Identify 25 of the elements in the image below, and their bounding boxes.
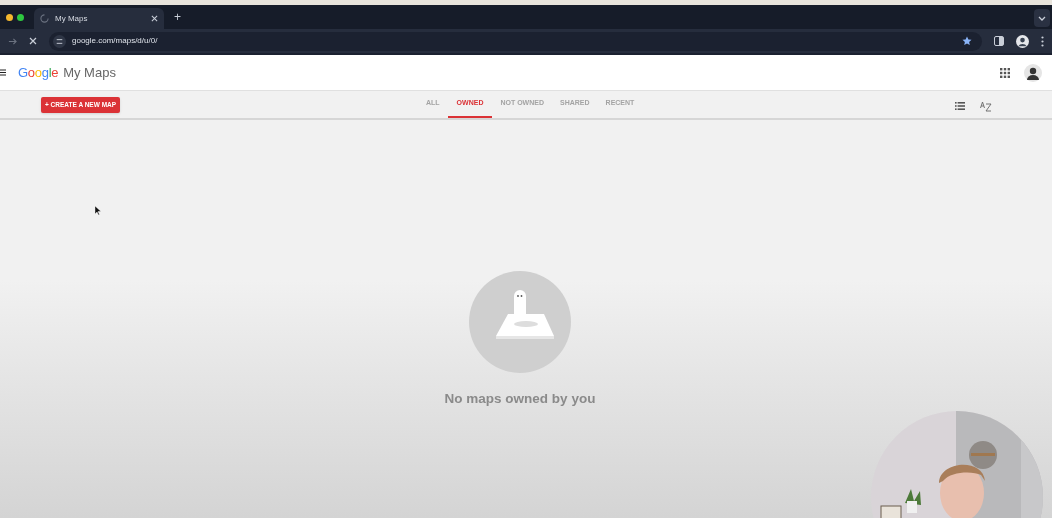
loading-icon <box>40 14 49 23</box>
bookmark-star-icon[interactable] <box>962 36 972 46</box>
stop-icon[interactable] <box>29 37 37 45</box>
forward-icon[interactable] <box>8 36 17 46</box>
close-icon[interactable] <box>151 15 158 22</box>
new-tab-button[interactable]: + <box>174 8 181 26</box>
address-bar[interactable]: google.com/maps/d/u/0/ <box>49 31 982 51</box>
tab-title: My Maps <box>55 12 89 25</box>
product-name: My Maps <box>63 63 116 82</box>
cursor-icon <box>95 206 101 215</box>
menu-icon[interactable] <box>0 69 6 76</box>
more-options-icon[interactable] <box>1041 35 1044 47</box>
site-settings-icon[interactable] <box>53 34 66 48</box>
window-minimize-icon[interactable] <box>6 13 13 21</box>
list-view-icon[interactable] <box>955 102 965 110</box>
browser-tab[interactable]: My Maps <box>34 8 164 29</box>
tab-list-icon[interactable] <box>1034 9 1050 27</box>
empty-state-message: No maps owned by you <box>444 390 596 408</box>
google-logo: Google <box>18 63 59 82</box>
account-avatar-icon[interactable] <box>1024 63 1042 82</box>
apps-grid-icon[interactable] <box>1000 67 1010 78</box>
profile-avatar-icon[interactable] <box>1016 34 1029 48</box>
side-panel-icon[interactable] <box>994 36 1004 46</box>
sort-icon[interactable] <box>980 101 992 112</box>
window-zoom-icon[interactable] <box>17 13 24 21</box>
